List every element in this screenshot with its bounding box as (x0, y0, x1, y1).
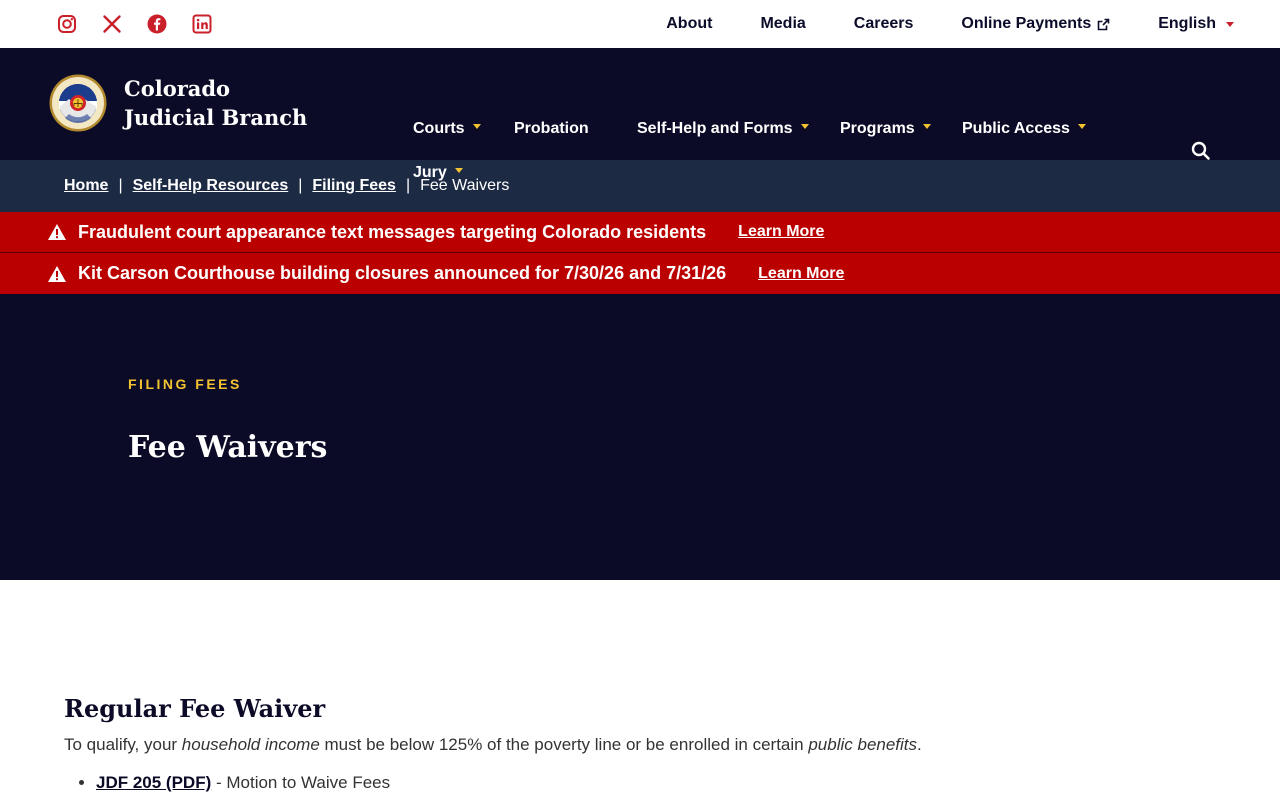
warning-icon (48, 224, 66, 240)
nav-courts[interactable]: Courts (413, 120, 481, 138)
intro-text: must be below 125% of the poverty line o… (319, 735, 809, 754)
chevron-down-icon (1226, 21, 1234, 27)
breadcrumb-self-help-resources[interactable]: Self-Help Resources (133, 177, 289, 195)
alert-learn-more-link[interactable]: Learn More (738, 223, 824, 241)
chevron-down-icon (800, 123, 809, 129)
alert-banner: Kit Carson Courthouse building closures … (0, 253, 1280, 294)
nav-public-access-label: Public Access (962, 120, 1070, 137)
alert-learn-more-link[interactable]: Learn More (758, 265, 844, 283)
online-payments-label: Online Payments (961, 15, 1092, 32)
section-eyebrow: FILING FEES (128, 376, 242, 392)
court-seal-icon (49, 74, 107, 132)
nav-programs-label: Programs (840, 120, 915, 137)
chevron-down-icon (472, 123, 481, 129)
linkedin-icon[interactable] (191, 13, 213, 35)
alert-message: Kit Carson Courthouse building closures … (78, 263, 727, 283)
search-icon (1191, 141, 1210, 160)
nav-self-help-label: Self-Help and Forms (637, 120, 793, 137)
form-list: JDF 205 (PDF) - Motion to Waive Fees (64, 773, 1280, 793)
breadcrumb-filing-fees[interactable]: Filing Fees (312, 177, 396, 195)
main-navigation: Colorado Judicial Branch Courts Probatio… (0, 48, 1280, 181)
intro-paragraph: To qualify, your household income must b… (64, 735, 1280, 755)
household-income-emphasis: household income (181, 735, 320, 754)
public-benefits-emphasis: public benefits (808, 735, 918, 754)
instagram-icon[interactable] (56, 13, 78, 35)
external-link-icon (1097, 18, 1110, 30)
careers-label: Careers (853, 15, 914, 32)
nav-jury[interactable]: Jury (413, 164, 463, 182)
breadcrumb-separator: | (405, 177, 411, 194)
page-title: Fee Waivers (128, 430, 328, 465)
intro-text: . (917, 735, 922, 754)
nav-courts-label: Courts (413, 120, 465, 137)
page-hero: FILING FEES Fee Waivers (0, 294, 1280, 580)
nav-probation[interactable]: Probation (514, 120, 589, 138)
careers-link[interactable]: Careers (854, 15, 914, 33)
alert-banners: Fraudulent court appearance text message… (0, 212, 1280, 294)
nav-self-help[interactable]: Self-Help and Forms (637, 120, 809, 138)
alert-banner: Fraudulent court appearance text message… (0, 212, 1280, 253)
about-label: About (666, 15, 713, 32)
utility-links: About Media Careers Online Payments Engl… (618, 15, 1234, 33)
media-label: Media (760, 15, 806, 32)
facebook-icon[interactable] (146, 13, 168, 35)
nav-programs[interactable]: Programs (840, 120, 931, 138)
nav-probation-label: Probation (514, 120, 589, 137)
breadcrumb: Home | Self-Help Resources | Filing Fees… (0, 160, 1280, 212)
search-button[interactable] (1190, 140, 1212, 167)
media-link[interactable]: Media (760, 15, 805, 33)
nav-jury-label: Jury (413, 164, 447, 181)
chevron-down-icon (454, 167, 463, 173)
chevron-down-icon (922, 123, 931, 129)
language-selector[interactable]: English (1158, 15, 1234, 33)
language-label: English (1158, 15, 1216, 32)
breadcrumb-separator: | (118, 177, 123, 194)
jdf-205-link[interactable]: JDF 205 (PDF) (96, 773, 211, 792)
online-payments-link[interactable]: Online Payments (961, 15, 1110, 33)
brand-name: Colorado Judicial Branch (124, 76, 308, 130)
social-links (56, 13, 213, 35)
brand-logo-link[interactable]: Colorado Judicial Branch (49, 74, 324, 132)
breadcrumb-separator: | (298, 177, 303, 194)
alert-message: Fraudulent court appearance text message… (78, 221, 707, 242)
main-content: Regular Fee Waiver To qualify, your hous… (0, 580, 1280, 793)
x-icon[interactable] (101, 13, 123, 35)
nav-public-access[interactable]: Public Access (962, 120, 1086, 138)
list-item-description: - Motion to Waive Fees (211, 773, 391, 792)
list-item: JDF 205 (PDF) - Motion to Waive Fees (96, 773, 1280, 793)
utility-bar: About Media Careers Online Payments Engl… (0, 0, 1280, 48)
intro-text: To qualify, your (64, 735, 182, 754)
chevron-down-icon (1077, 123, 1086, 129)
section-heading: Regular Fee Waiver (64, 694, 326, 723)
about-link[interactable]: About (666, 15, 712, 33)
breadcrumb-home[interactable]: Home (64, 177, 108, 195)
warning-icon (48, 265, 66, 282)
